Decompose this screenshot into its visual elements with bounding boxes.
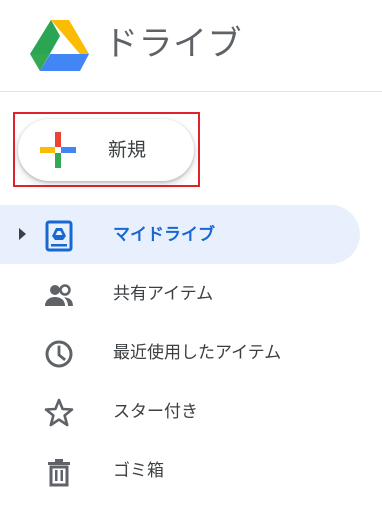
new-button[interactable]: 新規 [18, 119, 194, 181]
expand-arrow-icon[interactable] [19, 228, 26, 240]
sidebar-item-label: 最近使用したアイテム [113, 343, 282, 363]
sidebar-item-trash[interactable]: ゴミ箱 [0, 441, 360, 500]
clock-icon [45, 340, 73, 368]
people-icon [45, 284, 73, 306]
drive-sidebar: ドライブ 新規 マイドライブ 共有アイテム 最近使用したアイテム スター付き ゴ… [0, 0, 382, 508]
sidebar-item-label: スター付き [113, 402, 198, 422]
sidebar-item-label: ゴミ箱 [113, 461, 164, 481]
sidebar-item-label: 共有アイテム [113, 284, 214, 304]
sidebar-nav: マイドライブ 共有アイテム 最近使用したアイテム スター付き ゴミ箱 [0, 205, 382, 500]
sidebar-item-recent[interactable]: 最近使用したアイテム [0, 323, 360, 382]
sidebar-item-label: マイドライブ [113, 225, 215, 245]
trash-icon [48, 459, 70, 487]
sidebar-item-starred[interactable]: スター付き [0, 382, 360, 441]
star-icon [44, 398, 74, 427]
new-button-label: 新規 [108, 139, 147, 161]
my-drive-icon [45, 220, 73, 252]
plus-icon [40, 132, 76, 168]
app-title: ドライブ [104, 24, 242, 64]
google-drive-logo-icon[interactable] [30, 19, 90, 73]
sidebar-item-my-drive[interactable]: マイドライブ [0, 205, 360, 264]
sidebar-item-shared[interactable]: 共有アイテム [0, 264, 360, 323]
app-header: ドライブ [0, 0, 382, 92]
